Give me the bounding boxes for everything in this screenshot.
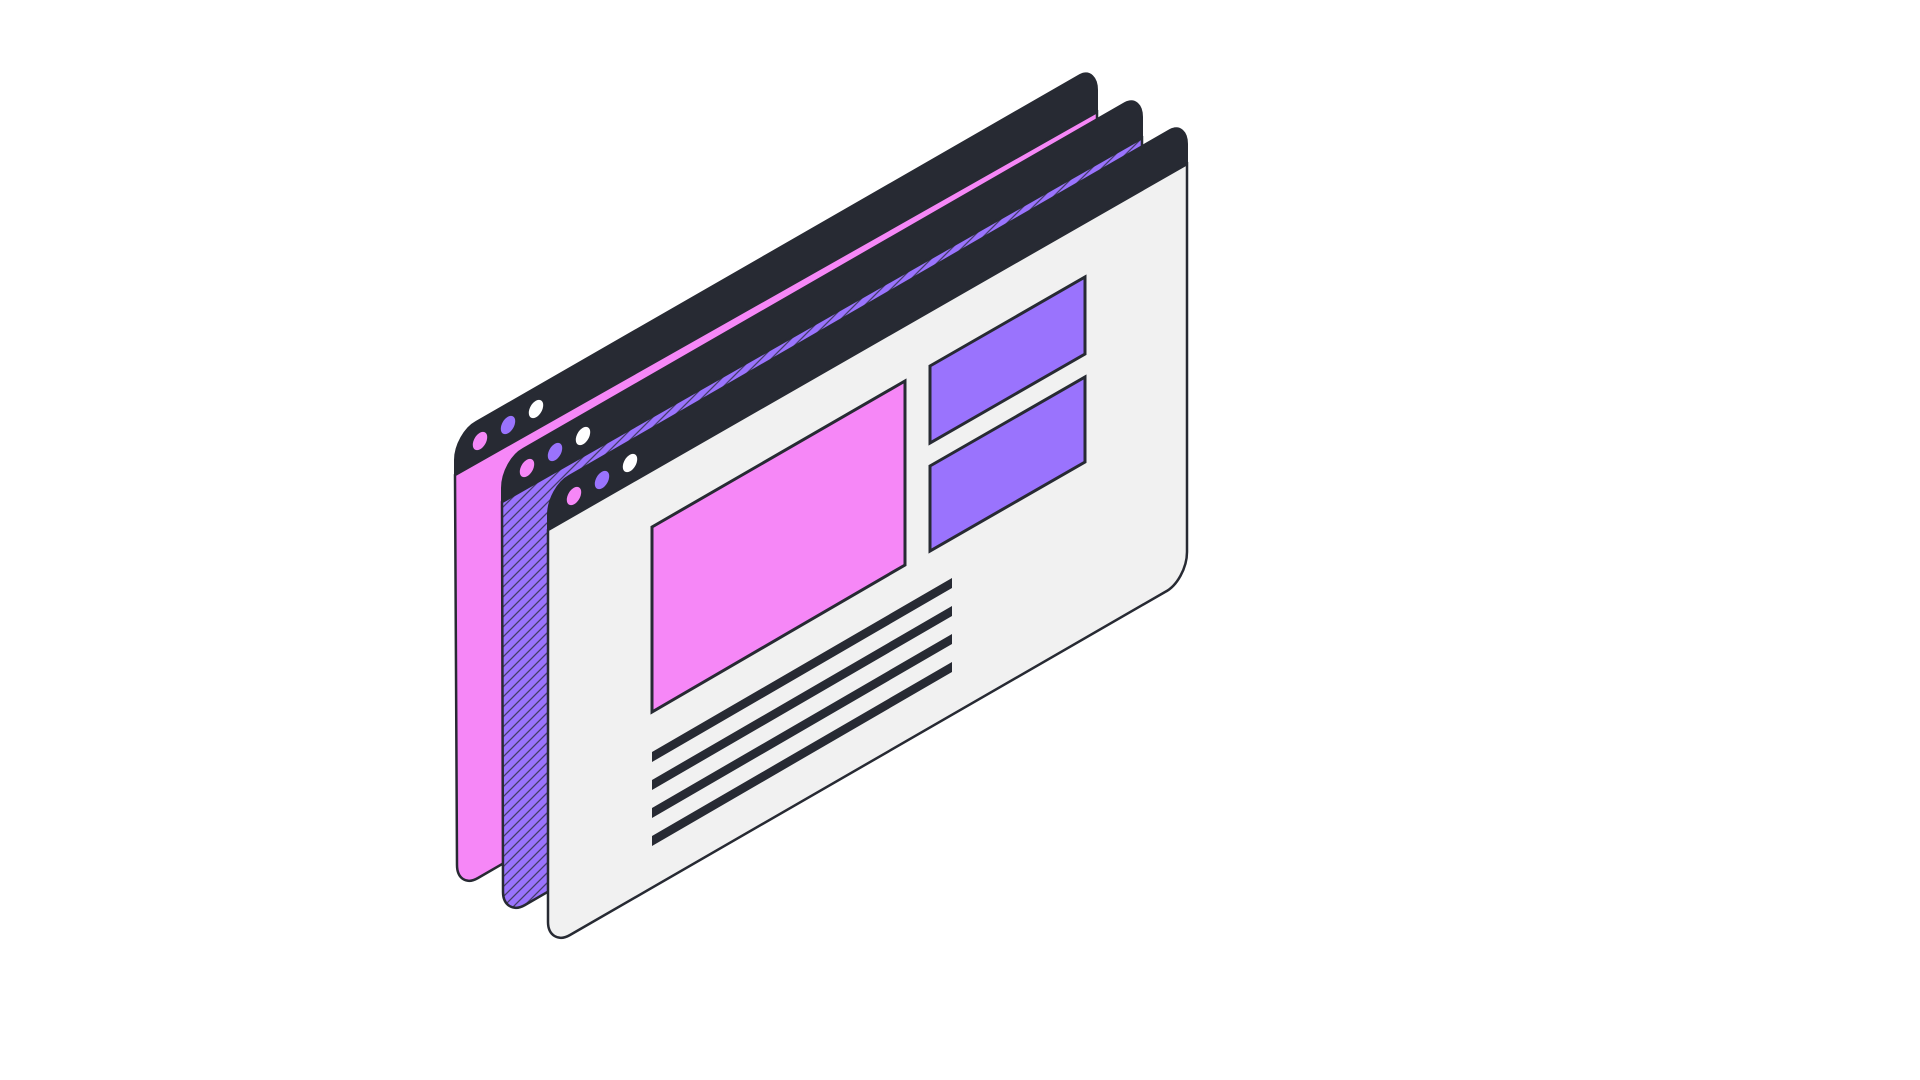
- stacked-windows-illustration: [453, 72, 1189, 939]
- illustration-canvas: [0, 0, 1920, 1080]
